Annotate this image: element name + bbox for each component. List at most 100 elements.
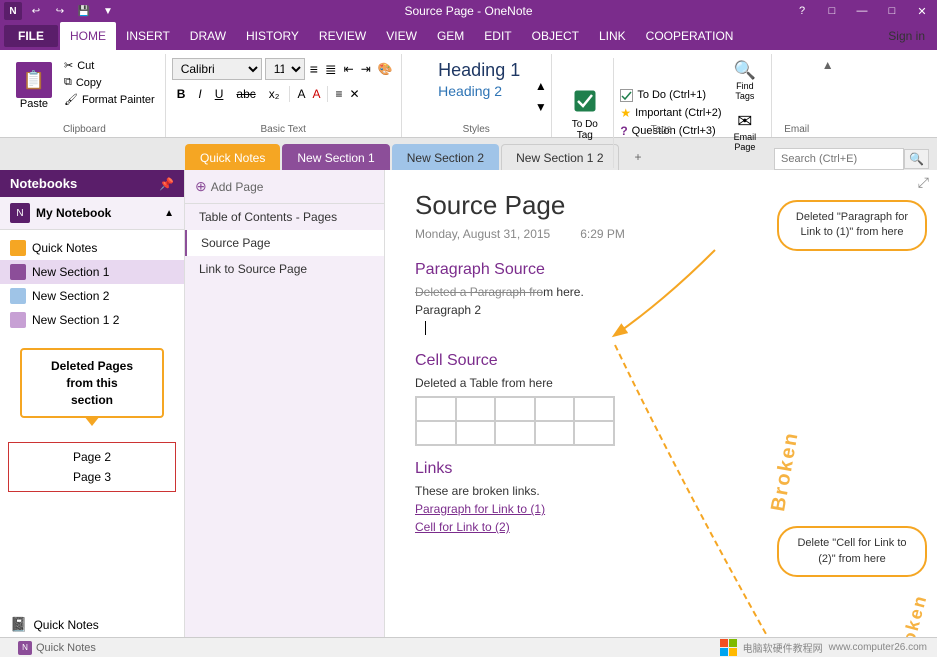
page-source[interactable]: Source Page (185, 230, 384, 256)
format-painter-button[interactable]: 🖌 Format Painter (60, 92, 159, 107)
sign-in-button[interactable]: Sign in (878, 22, 935, 50)
table-cell-5 (574, 397, 614, 421)
notebook-icon-small: 📓 (10, 616, 27, 633)
page-toc[interactable]: Table of Contents - Pages (185, 204, 384, 230)
styles-scroll-down[interactable]: ▼ (535, 100, 547, 114)
add-page-button[interactable]: ⊕ Add Page (195, 176, 263, 197)
undo-icon[interactable]: ↩ (26, 0, 46, 22)
bold-button[interactable]: B (172, 83, 191, 105)
bottom-label: Quick Notes (36, 642, 96, 654)
menu-gem[interactable]: GEM (427, 22, 474, 50)
sidebar-item-quick-notes[interactable]: Quick Notes (0, 236, 184, 260)
italic-button[interactable]: I (193, 83, 206, 105)
para-link-1[interactable]: Paragraph for Link to (1) (415, 502, 907, 516)
styles-label: Styles (402, 124, 551, 135)
page-time: 6:29 PM (580, 227, 625, 241)
clear-format-button[interactable]: ✕ (347, 85, 361, 103)
ribbon: 📋 Paste ✂ Cut ⧉ Copy 🖌 Format Painter Cl… (0, 50, 937, 138)
deleted-page-3[interactable]: Page 3 (13, 467, 171, 487)
sidebar-bottom-quick-notes[interactable]: 📓 Quick Notes (0, 612, 184, 637)
todo-tag-button[interactable]: To DoTag (562, 58, 614, 168)
minimize-button[interactable]: — (847, 0, 877, 22)
maximize-button[interactable]: □ (877, 0, 907, 22)
collapse-ribbon-icon[interactable]: ▲ (822, 58, 834, 72)
menu-link[interactable]: LINK (589, 22, 636, 50)
menu-history[interactable]: HISTORY (236, 22, 309, 50)
paste-label: Paste (20, 98, 48, 110)
ribbon-toggle-button[interactable]: □ (817, 0, 847, 22)
ribbon-group-email: Email (772, 54, 822, 137)
decrease-indent-icon[interactable]: ⇤ (342, 60, 356, 78)
underline-button[interactable]: U (210, 83, 229, 105)
search-icon[interactable]: 🔍 (904, 149, 929, 169)
page-link-to-source[interactable]: Link to Source Page (185, 256, 384, 282)
deleted-pages-box: Page 2 Page 3 (8, 442, 176, 492)
menu-view[interactable]: VIEW (376, 22, 427, 50)
paragraph-2-text: Paragraph 2 (415, 303, 907, 317)
save-icon[interactable]: 💾 (74, 0, 94, 22)
text-align-button[interactable]: ≡ (333, 85, 344, 103)
highlight-dropdown-icon[interactable]: 🎨 (376, 60, 395, 78)
tab-new-section-1[interactable]: New Section 1 (282, 144, 389, 170)
tab-new-section-2[interactable]: New Section 2 (392, 144, 499, 170)
notebook-icon: N (10, 203, 30, 223)
add-page-label: Add Page (211, 180, 264, 194)
heading-paragraph-source: Paragraph Source (415, 261, 907, 279)
tag-important[interactable]: ★ Important (Ctrl+2) (620, 105, 721, 121)
table-cell-9 (535, 421, 575, 445)
menu-object[interactable]: OBJECT (522, 22, 589, 50)
menu-edit[interactable]: EDIT (474, 22, 521, 50)
menu-cooperation[interactable]: COOPERATION (636, 22, 744, 50)
ribbon-collapse-button[interactable]: ▲ (822, 54, 834, 137)
sidebar-header: Notebooks 📌 (0, 170, 184, 197)
sidebar-section-quick-notes-label: Quick Notes (32, 241, 97, 255)
sidebar-pin-icon[interactable]: 📌 (159, 177, 174, 191)
increase-indent-icon[interactable]: ⇥ (359, 60, 373, 78)
email-page-label: EmailPage (734, 132, 757, 152)
section-color-new-section-1 (10, 264, 26, 280)
notebook-name: My Notebook (36, 206, 111, 220)
tab-quick-notes[interactable]: Quick Notes (185, 144, 280, 170)
sidebar-item-new-section-12[interactable]: New Section 1 2 (0, 308, 184, 332)
more-quick-access-icon[interactable]: ▼ (98, 0, 118, 22)
search-input[interactable] (774, 148, 904, 170)
deleted-paragraph-text: Deleted a Paragraph from here. (415, 285, 907, 299)
menu-file[interactable]: FILE (4, 25, 58, 47)
menu-review[interactable]: REVIEW (309, 22, 376, 50)
sidebar-item-new-section-1[interactable]: New Section 1 (0, 260, 184, 284)
cut-button[interactable]: ✂ Cut (60, 58, 159, 73)
font-size-select[interactable]: 11 (265, 58, 305, 80)
close-button[interactable]: ✕ (907, 0, 937, 22)
strikethrough-button[interactable]: abc (231, 83, 260, 105)
subscript-button[interactable]: x₂ (264, 83, 285, 105)
table-cell-8 (495, 421, 535, 445)
redo-icon[interactable]: ↪ (50, 0, 70, 22)
heading2-style[interactable]: Heading 2 (438, 83, 502, 99)
tag-todo[interactable]: To Do (Ctrl+1) (620, 88, 721, 103)
notebook-expand-icon[interactable]: ▲ (164, 208, 174, 219)
notebook-main-item[interactable]: N My Notebook ▲ (0, 197, 184, 230)
menu-draw[interactable]: DRAW (180, 22, 236, 50)
sidebar-item-new-section-2[interactable]: New Section 2 (0, 284, 184, 308)
title-bar-controls: ? □ — □ ✕ (787, 0, 937, 22)
menu-home[interactable]: HOME (60, 22, 116, 50)
bottom-quick-notes-item[interactable]: N Quick Notes (10, 641, 104, 655)
copy-button[interactable]: ⧉ Copy (60, 75, 159, 90)
list-unordered-icon[interactable]: ≡ (308, 59, 320, 79)
watermark-url: www.computer26.com (829, 642, 927, 653)
menu-insert[interactable]: INSERT (116, 22, 180, 50)
highlight-color-button[interactable]: A (295, 85, 307, 103)
help-button[interactable]: ? (787, 0, 817, 22)
section-color-new-section-12 (10, 312, 26, 328)
styles-scroll-up[interactable]: ▲ (535, 79, 547, 93)
list-ordered-icon[interactable]: ≣ (323, 59, 339, 80)
find-tags-button[interactable]: 🔍 FindTags (730, 58, 760, 103)
font-family-select[interactable]: Calibri (172, 58, 262, 80)
deleted-page-2[interactable]: Page 2 (13, 447, 171, 467)
heading1-style[interactable]: Heading 1 (438, 60, 520, 81)
onenote-logo-icon[interactable]: N (4, 2, 22, 20)
table-cell-6 (416, 421, 456, 445)
expand-content-icon[interactable]: ⤢ (918, 174, 929, 191)
paste-button[interactable]: 📋 Paste (10, 58, 58, 114)
font-color-button[interactable]: A (310, 85, 322, 103)
